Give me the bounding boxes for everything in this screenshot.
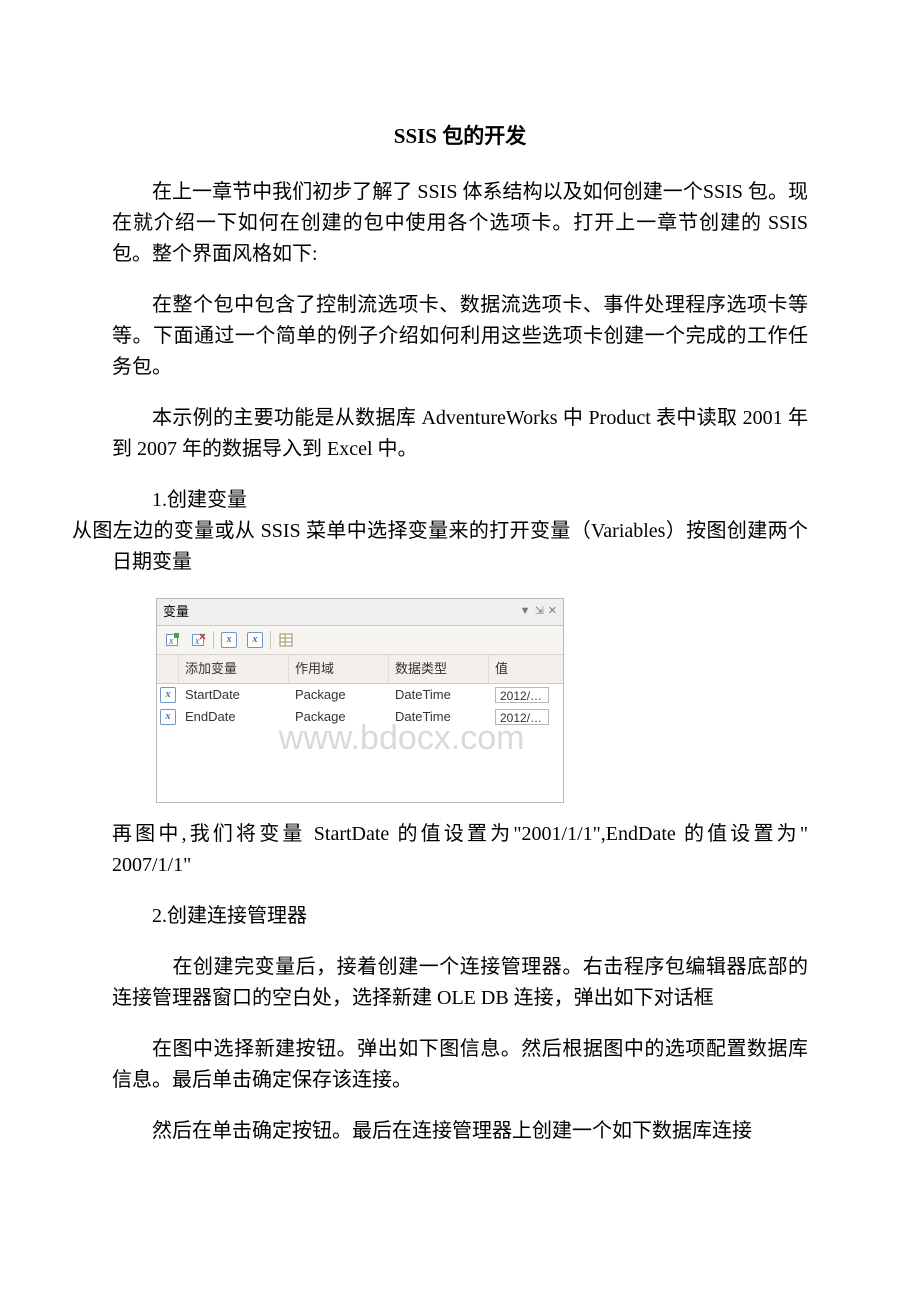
variables-body: x StartDate Package DateTime 2012/2/... … xyxy=(157,684,563,802)
variables-header-row: 添加变量 作用域 数据类型 值 xyxy=(157,655,563,684)
paragraph: 本示例的主要功能是从数据库 AdventureWorks 中 Product 表… xyxy=(112,403,808,465)
svg-text:x: x xyxy=(194,636,200,647)
panel-title: 变量 xyxy=(163,602,189,622)
paragraph: 在图中选择新建按钮。弹出如下图信息。然后根据图中的选项配置数据库信息。最后单击确… xyxy=(112,1034,808,1096)
svg-text:x: x xyxy=(168,636,174,647)
variables-panel: www.bdocx.com 变量 ▼ ⇲ ✕ x x x xyxy=(156,598,564,803)
variable-icon[interactable]: x xyxy=(218,629,240,651)
paragraph: 在创建完变量后，接着创建一个连接管理器。右击程序包编辑器底部的连接管理器窗口的空… xyxy=(112,952,808,1014)
step-heading: 2.创建连接管理器 xyxy=(112,901,808,932)
toolbar-separator xyxy=(213,631,214,649)
variable-value-cell[interactable]: 2012/2/... xyxy=(489,687,563,703)
variable-scope: Package xyxy=(289,707,389,727)
paragraph: 然后在单击确定按钮。最后在连接管理器上创建一个如下数据库连接 xyxy=(112,1116,808,1147)
variable-value[interactable]: 2012/2/... xyxy=(495,687,549,703)
header-cell-name[interactable]: 添加变量 xyxy=(179,655,289,683)
variable-icon[interactable]: x xyxy=(244,629,266,651)
document-page: SSIS 包的开发 在上一章节中我们初步了解了 SSIS 体系结构以及如何创建一… xyxy=(0,0,920,1302)
variable-scope: Package xyxy=(289,685,389,705)
step-label: 1.创建变量 xyxy=(152,489,247,511)
variable-name: StartDate xyxy=(179,685,289,705)
header-cell-scope[interactable]: 作用域 xyxy=(289,655,389,683)
page-title: SSIS 包的开发 xyxy=(112,120,808,153)
variable-name: EndDate xyxy=(179,707,289,727)
variables-toolbar: x x x x xyxy=(157,626,563,655)
variable-row-icon: x xyxy=(157,687,179,703)
paragraph: 再图中,我们将变量 StartDate 的值设置为"2001/1/1",EndD… xyxy=(112,819,808,881)
delete-variable-icon[interactable]: x xyxy=(187,629,209,651)
panel-pin-icon[interactable]: ⇲ xyxy=(535,606,544,617)
add-variable-icon[interactable]: x xyxy=(161,629,183,651)
paragraph: 在整个包中包含了控制流选项卡、数据流选项卡、事件处理程序选项卡等等。下面通过一个… xyxy=(112,290,808,383)
panel-close-icon[interactable]: ✕ xyxy=(548,606,557,617)
paragraph: 在上一章节中我们初步了解了 SSIS 体系结构以及如何创建一个SSIS 包。现在… xyxy=(112,177,808,270)
variable-row-icon: x xyxy=(157,709,179,725)
toolbar-separator xyxy=(270,631,271,649)
header-cell-type[interactable]: 数据类型 xyxy=(389,655,489,683)
variable-row[interactable]: x StartDate Package DateTime 2012/2/... xyxy=(157,684,563,706)
panel-menu-icon[interactable]: ▼ xyxy=(520,606,531,617)
panel-window-controls: ▼ ⇲ ✕ xyxy=(520,606,557,617)
paragraph-line: 从图左边的变量或从 SSIS 菜单中选择变量来的打开变量（Variables）按… xyxy=(72,520,808,573)
paragraph: 1.创建变量 从图左边的变量或从 SSIS 菜单中选择变量来的打开变量（Vari… xyxy=(112,485,808,578)
panel-titlebar: 变量 ▼ ⇲ ✕ xyxy=(157,599,563,626)
properties-icon[interactable] xyxy=(275,629,297,651)
header-cell-icon xyxy=(157,655,179,683)
variable-value-cell[interactable]: 2012/2/... xyxy=(489,709,563,725)
variable-row[interactable]: x EndDate Package DateTime 2012/2/... xyxy=(157,706,563,728)
header-cell-value[interactable]: 值 xyxy=(489,655,563,683)
variable-type: DateTime xyxy=(389,685,489,705)
variable-value[interactable]: 2012/2/... xyxy=(495,709,549,725)
variable-type: DateTime xyxy=(389,707,489,727)
